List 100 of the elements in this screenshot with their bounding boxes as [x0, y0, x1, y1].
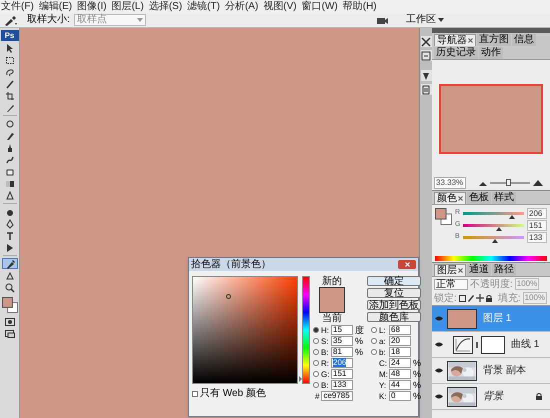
- radio-button[interactable]: [313, 349, 319, 355]
- panel-icon: [421, 50, 431, 60]
- value-field[interactable]: 151: [527, 220, 547, 231]
- menu-item[interactable]: 视图(V): [263, 0, 297, 12]
- dialog-button[interactable]: 确定: [367, 276, 421, 286]
- tool-icon: [4, 90, 14, 100]
- slider-thumb[interactable]: [492, 239, 498, 243]
- value-field[interactable]: 0: [389, 391, 411, 401]
- menu-item[interactable]: 图层(L): [112, 0, 144, 12]
- field-label: B:: [321, 348, 329, 356]
- hex-field[interactable]: ce9785: [321, 391, 354, 401]
- new-color-label: 新的: [322, 276, 342, 287]
- color-field[interactable]: [192, 276, 298, 384]
- panel-icon: [421, 36, 431, 46]
- dialog-button[interactable]: 复位: [367, 288, 421, 298]
- value-field[interactable]: 18: [389, 347, 411, 357]
- field-label: H:: [321, 326, 329, 334]
- fill-label: 填充:: [498, 292, 521, 304]
- slider-thumb[interactable]: [509, 215, 516, 219]
- field-label: M:: [379, 370, 387, 378]
- panel-tab[interactable]: 颜色: [434, 192, 466, 204]
- zoom-in-icon: [533, 179, 543, 186]
- panel-tab[interactable]: 样式: [492, 192, 516, 204]
- panel-icon-button[interactable]: [420, 36, 432, 47]
- panel-tab[interactable]: 通道: [467, 264, 491, 276]
- field-label: R:: [321, 358, 329, 368]
- radio-button[interactable]: [313, 382, 319, 388]
- radio-button[interactable]: [371, 327, 377, 333]
- slider-thumb[interactable]: [496, 227, 502, 231]
- blend-mode-dropdown[interactable]: 正常: [434, 278, 468, 290]
- radio-button[interactable]: [313, 371, 319, 377]
- menu-item[interactable]: 编辑(E): [38, 0, 72, 12]
- panel-tab[interactable]: 图层: [434, 264, 466, 276]
- checkbox[interactable]: [192, 390, 198, 396]
- workspace-button[interactable]: 工作区: [403, 14, 447, 26]
- eyedropper-icon: [3, 14, 17, 26]
- layer-row[interactable]: 背景: [432, 384, 550, 410]
- hash-label: #: [315, 392, 320, 400]
- zoom-slider-thumb[interactable]: [506, 178, 511, 186]
- menu-item[interactable]: 滤镜(T): [187, 0, 220, 12]
- field-label: G:: [321, 370, 329, 378]
- panel-tab[interactable]: 路径: [492, 264, 516, 276]
- value-field[interactable]: 133: [331, 380, 353, 390]
- new-color-swatch: [319, 287, 345, 313]
- hue-slider-thumb[interactable]: [299, 376, 302, 382]
- panel-icon-button[interactable]: [420, 70, 432, 81]
- value-field[interactable]: 206: [331, 358, 353, 368]
- menu-item[interactable]: 图像(I): [77, 0, 107, 12]
- value-field[interactable]: 81: [331, 347, 353, 357]
- dialog-button[interactable]: 颜色库: [367, 312, 421, 322]
- panel-icon-button[interactable]: [420, 84, 432, 95]
- value-field[interactable]: 20: [389, 336, 411, 346]
- menu-item[interactable]: 文件(F): [1, 0, 34, 12]
- close-icon: [468, 38, 473, 43]
- layer-row[interactable]: 背景 副本: [432, 358, 550, 384]
- panel-tab[interactable]: 导航器: [434, 34, 476, 46]
- value-field[interactable]: 24: [389, 358, 411, 368]
- value-field[interactable]: 133: [527, 232, 547, 243]
- dialog-title: 拾色器（前景色）: [191, 258, 271, 270]
- radio-button[interactable]: [313, 360, 319, 366]
- panel-tab[interactable]: 信息: [512, 34, 536, 46]
- lock-label: 锁定:: [434, 292, 457, 304]
- value-field[interactable]: 15: [331, 325, 353, 335]
- zoom-field[interactable]: 33.33%: [434, 176, 466, 188]
- panel-tab[interactable]: 历史记录: [434, 47, 478, 59]
- radio-button[interactable]: [371, 349, 377, 355]
- panel-tab[interactable]: 色板: [467, 192, 491, 204]
- color-swatches[interactable]: [435, 208, 452, 225]
- color-marker[interactable]: [226, 294, 232, 300]
- panel-tab[interactable]: 动作: [479, 47, 503, 59]
- panel-icon: [421, 70, 431, 80]
- tool-button[interactable]: [2, 258, 18, 269]
- menu-item[interactable]: 帮助(H): [342, 0, 377, 12]
- layer-name: 背景 副本: [483, 364, 527, 376]
- radio-button[interactable]: [371, 338, 377, 344]
- value-field[interactable]: 35: [331, 336, 353, 346]
- value-field[interactable]: 44: [389, 380, 411, 390]
- hue-slider[interactable]: [302, 276, 310, 384]
- mask-icon: [4, 318, 14, 326]
- panel-tab[interactable]: 直方图: [477, 34, 511, 46]
- radio-button[interactable]: [313, 338, 319, 344]
- caret-icon: [438, 18, 444, 22]
- radio-button[interactable]: [313, 327, 319, 333]
- ps-logo: Ps: [0, 30, 18, 41]
- menu-item[interactable]: 分析(A): [224, 0, 258, 12]
- menu-item[interactable]: 选择(S): [148, 0, 182, 12]
- opacity-label: 不透明度:: [470, 278, 513, 290]
- color-swatches[interactable]: [2, 297, 18, 313]
- value-field[interactable]: 68: [389, 325, 411, 335]
- layer-row[interactable]: 曲线 1: [432, 332, 550, 358]
- close-button[interactable]: [398, 260, 416, 269]
- menu-item[interactable]: 窗口(W): [302, 0, 338, 12]
- spectrum-bar[interactable]: [435, 256, 547, 261]
- value-field[interactable]: 151: [331, 369, 353, 379]
- panel-icon-button[interactable]: [420, 50, 432, 61]
- value-field[interactable]: 48: [389, 369, 411, 379]
- value-field[interactable]: 206: [527, 208, 547, 219]
- dialog-button[interactable]: 添加到色板: [367, 300, 421, 310]
- tool-icon: [4, 282, 14, 292]
- tool-icon: [4, 258, 14, 268]
